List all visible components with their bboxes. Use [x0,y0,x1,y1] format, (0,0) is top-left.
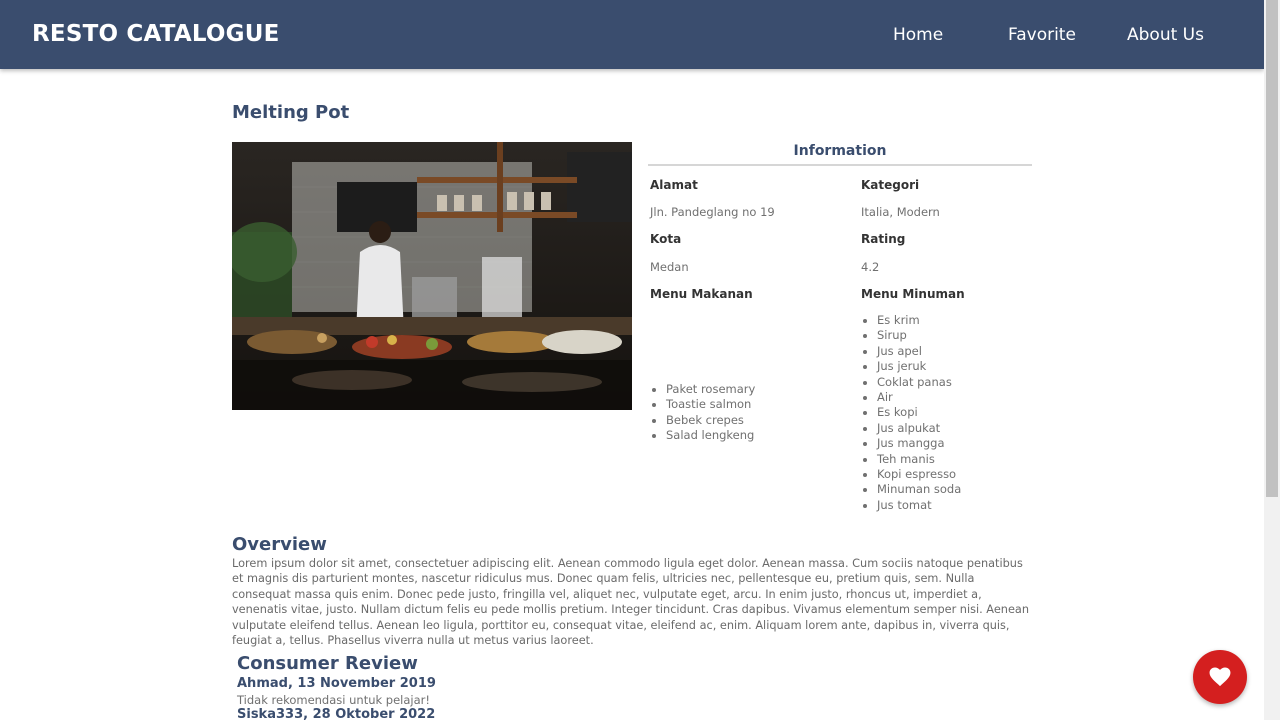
brand-title[interactable]: RESTO CATALOGUE [32,21,280,47]
heart-icon [1209,667,1231,687]
kategori-value: Italia, Modern [861,205,940,219]
alamat-label: Alamat [650,178,698,192]
review-text: Tidak rekomendasi untuk pelajar! [237,693,431,707]
nav-home[interactable]: Home [893,25,943,45]
kategori-label: Kategori [861,178,920,192]
vertical-scrollbar[interactable] [1264,0,1280,720]
list-item: Salad lengkeng [666,428,755,443]
app-header: RESTO CATALOGUE Home Favorite About Us [0,0,1264,69]
favorite-button[interactable] [1193,650,1247,704]
menu-minuman-list: Es krim Sirup Jus apel Jus jeruk Coklat … [860,313,961,513]
menu-makanan-label: Menu Makanan [650,287,753,301]
list-item: Sirup [877,328,961,343]
alamat-value: Jln. Pandeglang no 19 [650,205,775,219]
overview-text: Lorem ipsum dolor sit amet, consectetuer… [232,557,1029,648]
menu-minuman-label: Menu Minuman [861,287,965,301]
review-author: Ahmad, 13 November 2019 [237,676,436,691]
info-heading: Information [648,143,1032,166]
review-author: Siska333, 28 Oktober 2022 [237,707,436,720]
restaurant-name: Melting Pot [232,102,350,123]
list-item: Coklat panas [877,375,961,390]
kota-label: Kota [650,232,682,246]
list-item: Es krim [877,313,961,328]
list-item: Jus alpukat [877,421,961,436]
list-item: Toastie salmon [666,397,755,412]
nav-about-us[interactable]: About Us [1127,25,1204,45]
restaurant-photo [232,142,632,410]
menu-makanan-list: Paket rosemary Toastie salmon Bebek crep… [649,382,755,444]
list-item: Jus jeruk [877,359,961,374]
overview-title: Overview [232,534,327,555]
rating-label: Rating [861,232,906,246]
list-item: Teh manis [877,452,961,467]
scrollbar-thumb[interactable] [1266,0,1278,497]
kota-value: Medan [650,260,689,274]
list-item: Kopi espresso [877,467,961,482]
list-item: Paket rosemary [666,382,755,397]
list-item: Minuman soda [877,482,961,497]
list-item: Bebek crepes [666,413,755,428]
list-item: Jus tomat [877,498,961,513]
list-item: Es kopi [877,405,961,420]
review-section-title: Consumer Review [237,653,418,674]
nav-favorite[interactable]: Favorite [1008,25,1076,45]
rating-value: 4.2 [861,260,880,274]
list-item: Jus mangga [877,436,961,451]
list-item: Air [877,390,961,405]
list-item: Jus apel [877,344,961,359]
